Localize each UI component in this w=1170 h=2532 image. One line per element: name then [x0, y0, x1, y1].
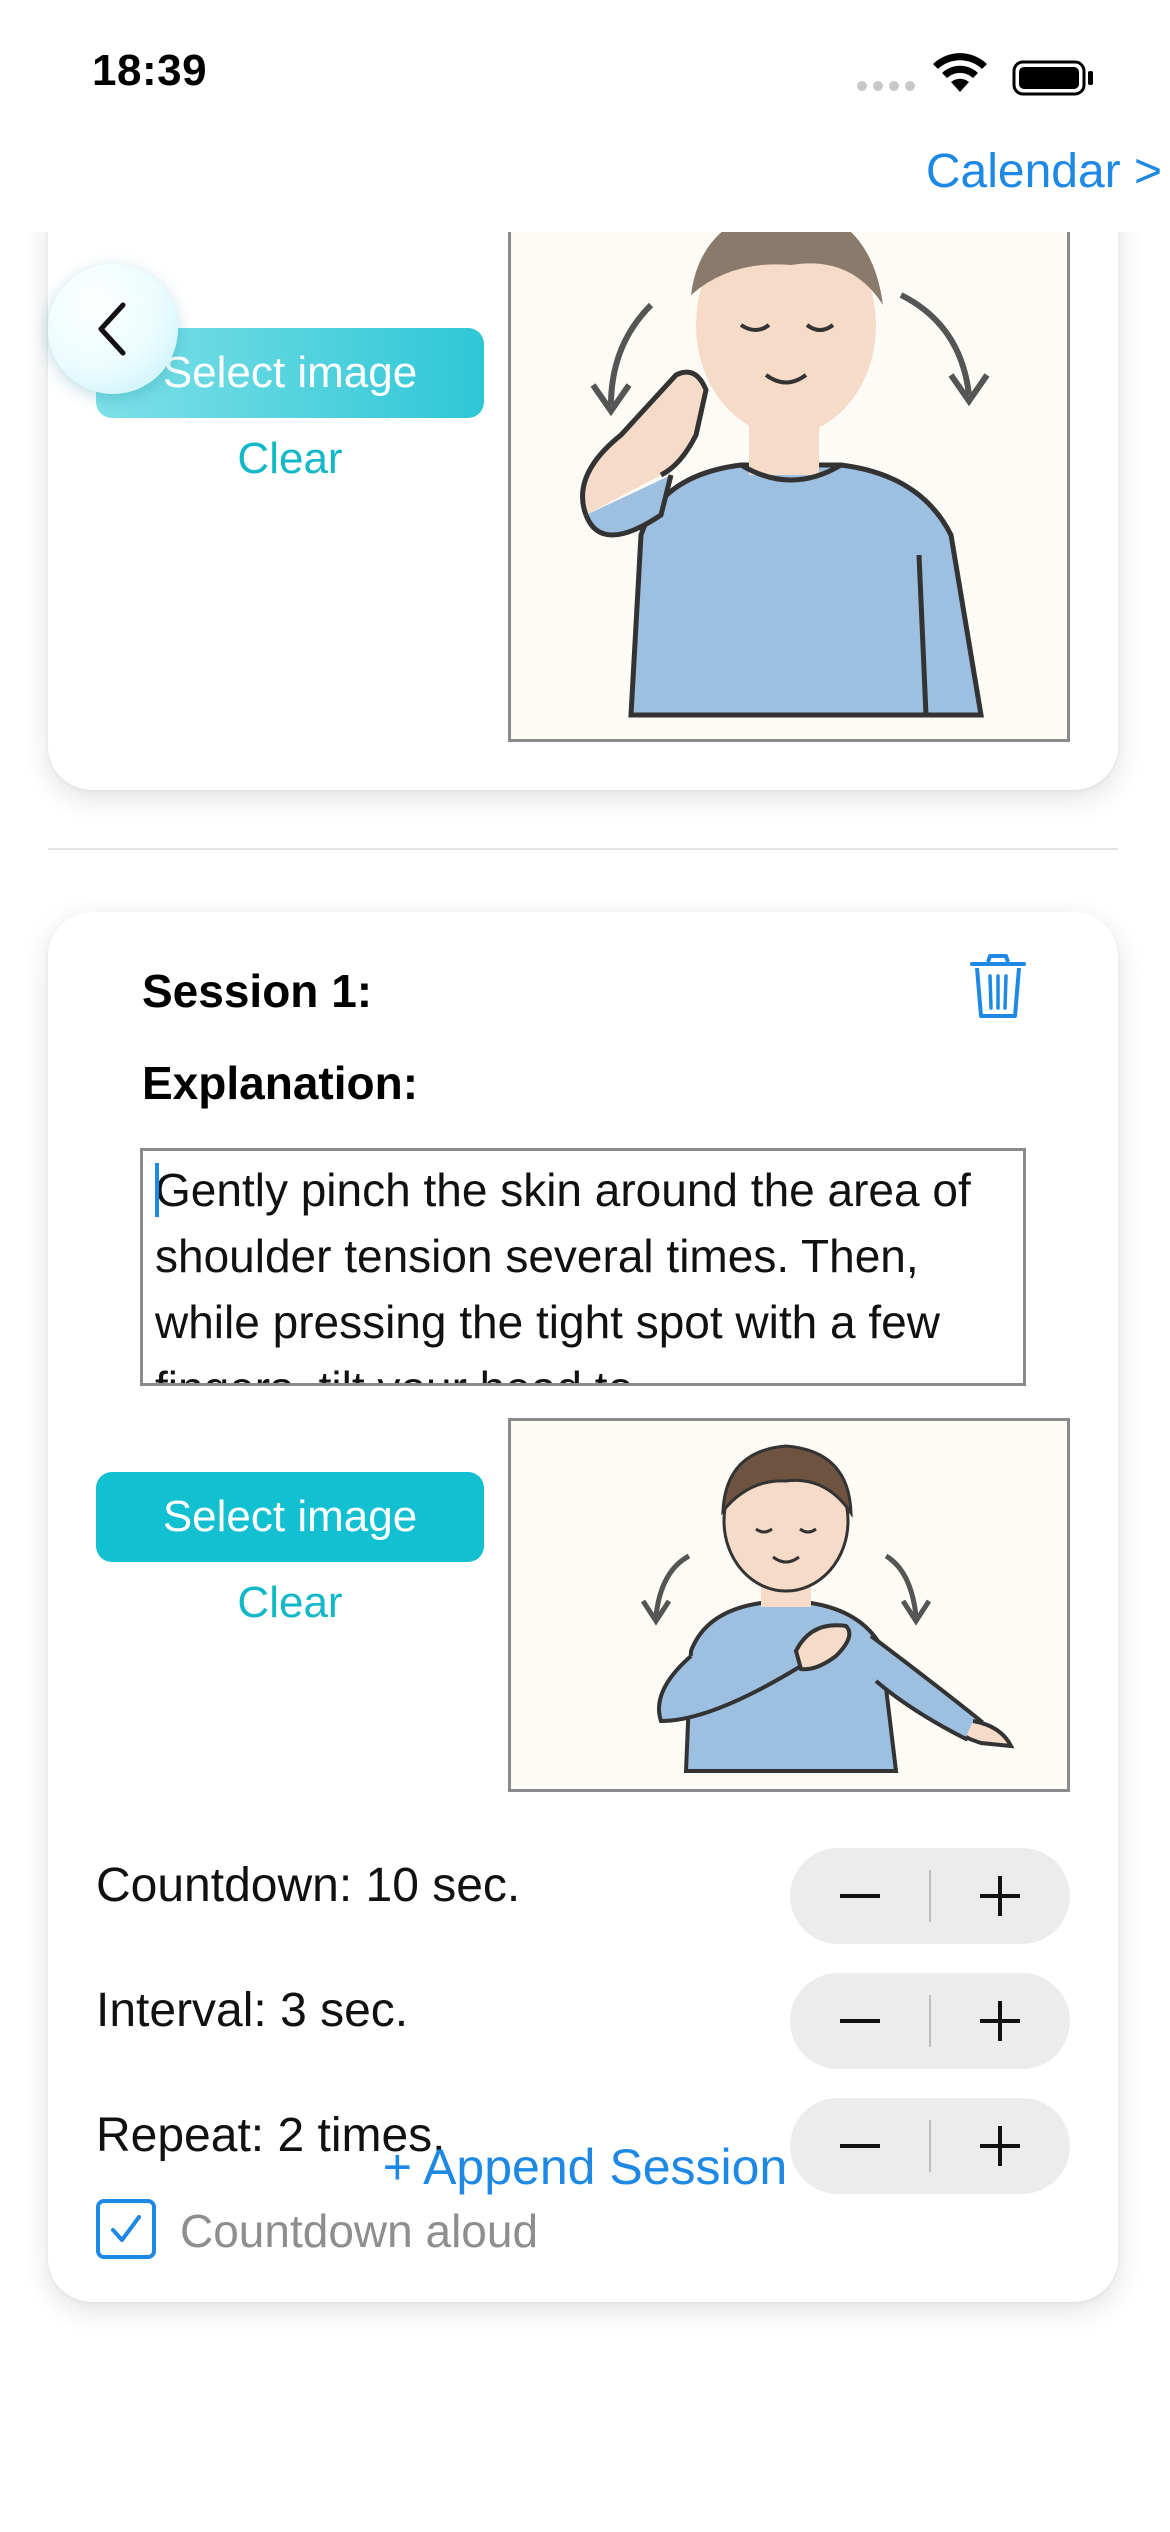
shoulder-massage-illustration: [511, 1421, 1067, 1789]
countdown-label: Countdown: 10 sec.: [96, 1859, 521, 1912]
battery-icon: [1012, 60, 1093, 96]
status-icons: [857, 53, 1093, 96]
status-time: 18:39: [92, 46, 208, 95]
chevron-left-icon: [98, 302, 126, 356]
divider: [48, 848, 1118, 850]
explanation-textarea[interactable]: Gently pinch the skin around the area of…: [140, 1148, 1026, 1386]
exercise-image-shoulder: [508, 1418, 1070, 1792]
countdown-stepper: [790, 1848, 1070, 1944]
minus-icon: [840, 2019, 880, 2023]
text-caret: [155, 1163, 159, 1217]
countdown-aloud-checkbox[interactable]: [96, 2199, 156, 2259]
interval-stepper: [790, 1973, 1070, 2069]
interval-increment-button[interactable]: [930, 1973, 1070, 2069]
status-bar: 18:39: [0, 0, 1170, 140]
plus-icon: [980, 1876, 1020, 1916]
clear-image-link[interactable]: Clear: [96, 1578, 484, 1628]
countdown-decrement-button[interactable]: [790, 1848, 930, 1944]
clear-image-link[interactable]: Clear: [96, 434, 484, 484]
previous-session-card: Select image Clear: [48, 232, 1118, 790]
interval-decrement-button[interactable]: [790, 1973, 930, 2069]
exercise-image-neck: [508, 232, 1070, 742]
session-title: Session 1:: [142, 965, 373, 1017]
session-card: Session 1: Explanation: Gently pinch the…: [48, 912, 1118, 2302]
wifi-icon: [933, 53, 987, 92]
explanation-text: Gently pinch the skin around the area of…: [155, 1164, 971, 1383]
append-session-button[interactable]: + Append Session: [0, 2138, 1170, 2196]
neck-stretch-illustration: [511, 232, 1067, 739]
back-button[interactable]: [48, 264, 178, 394]
countdown-aloud-label[interactable]: Countdown aloud: [180, 2204, 538, 2258]
interval-label: Interval: 3 sec.: [96, 1984, 409, 2037]
nav-bar: Calendar >: [0, 140, 1170, 232]
trash-icon[interactable]: [968, 954, 1028, 1020]
countdown-increment-button[interactable]: [930, 1848, 1070, 1944]
signal-icon: [857, 81, 915, 91]
explanation-label: Explanation:: [142, 1057, 419, 1109]
checkmark-icon: [111, 2215, 141, 2242]
calendar-link[interactable]: Calendar >: [926, 144, 1162, 199]
plus-icon: [980, 2001, 1020, 2041]
select-image-button[interactable]: Select image: [96, 1472, 484, 1562]
minus-icon: [840, 1894, 880, 1898]
